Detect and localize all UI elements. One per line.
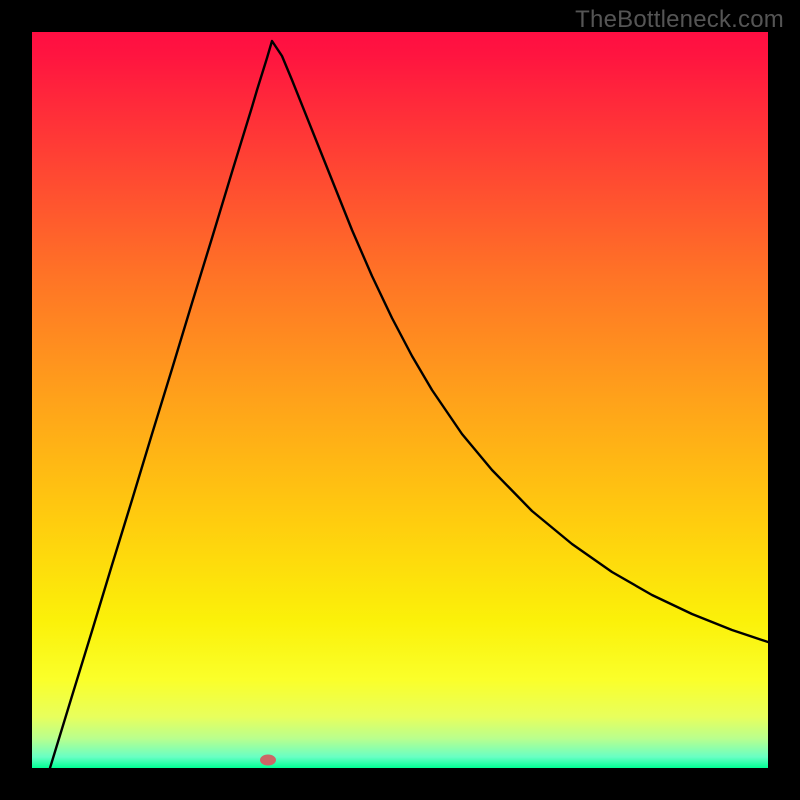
curve-svg	[32, 32, 768, 768]
optimum-marker	[260, 755, 276, 766]
plot-area	[32, 32, 768, 768]
bottleneck-curve	[50, 41, 768, 768]
watermark-text: TheBottleneck.com	[575, 6, 784, 34]
chart-container: TheBottleneck.com	[0, 0, 800, 800]
